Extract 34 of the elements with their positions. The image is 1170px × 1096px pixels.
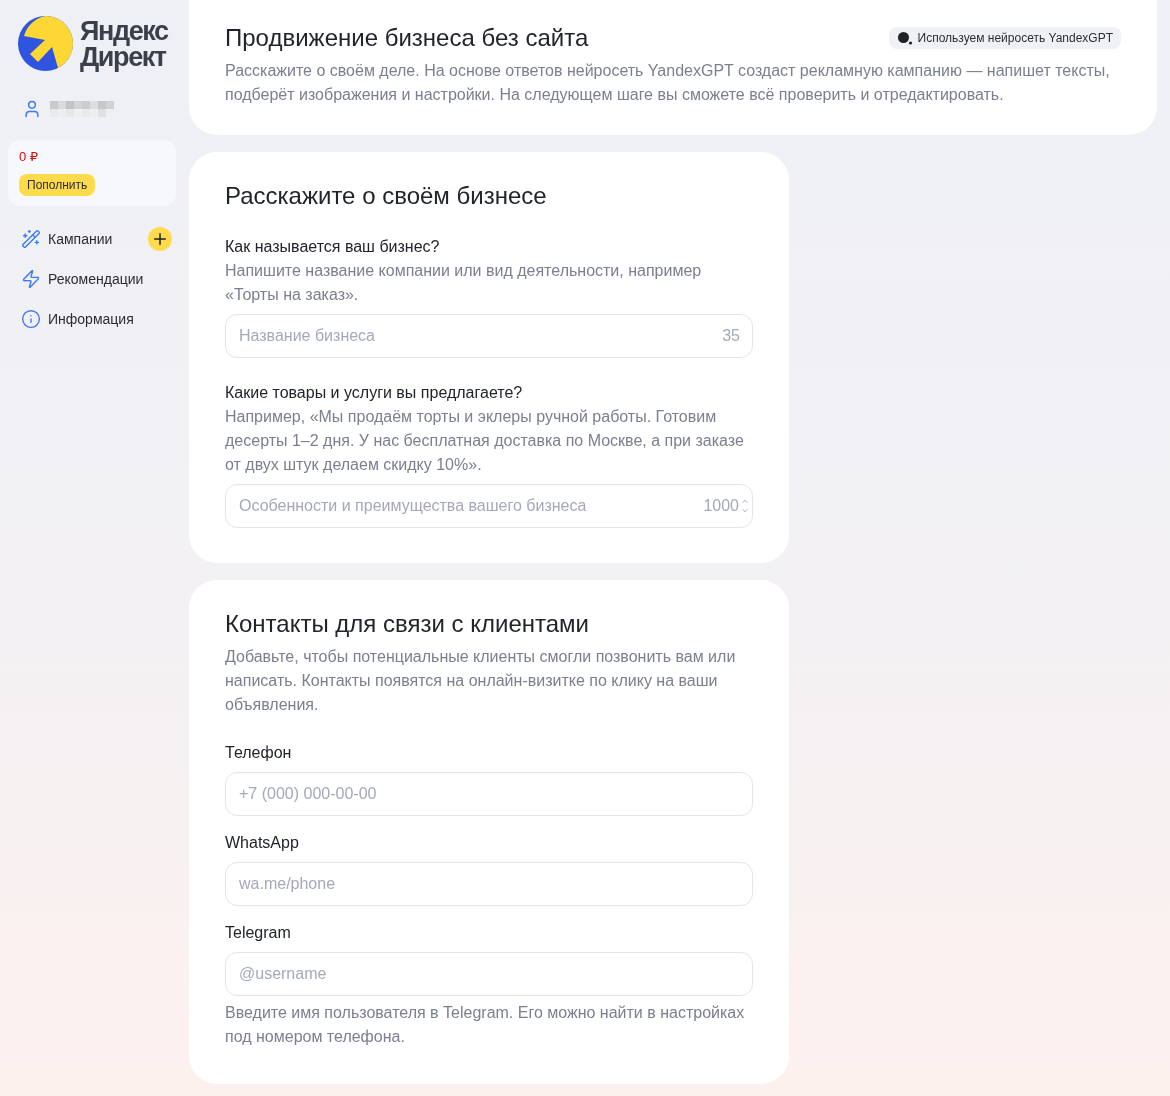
input-field[interactable]: +7 (000) 000-00-00 [225,772,753,816]
character-counter: 35 [722,326,740,346]
field-label: Telegram [225,923,292,943]
nav-link[interactable]: Информация [21,309,176,329]
section-description: Добавьте, чтобы потенциальные клиенты смогли позвонить вам или написать. Контакты появятся на онлайн-визитке по клику на ваши объявления. [225,647,737,715]
field-label: Какие товары и услуги вы предлагаете? [225,383,524,403]
lightning-icon [21,269,41,289]
field-note: Введите имя пользователя в Telegram. Его можно найти в настройках под номером телефона. [225,1003,746,1047]
user-icon [22,99,42,119]
field-label: Как называется ваш бизнес? [225,237,441,257]
character-counter: 1000 [703,496,739,516]
section-title: Расскажите о своём бизнесе [225,181,548,211]
nav-link[interactable]: Рекомендации [21,269,176,289]
wand-sparkles-icon [21,229,41,249]
add-button[interactable] [148,227,172,251]
field-label: WhatsApp [225,833,300,853]
balance-amount: 0 ₽ [19,150,39,164]
intro-description: Расскажите о своём деле. На основе ответов нейросеть YandexGPT создаст рекламную кампанию — напишет тексты, подберёт изображения и настройки. На следующем шаге вы сможете всё проверить и отредактировать. [225,61,1111,105]
top-up-button[interactable]: Пополнить [19,174,96,196]
page-title: Продвижение бизнеса без сайта [225,23,589,53]
field-hint: Например, «Мы продаём торты и эклеры ручной работы. Готовим десерты 1–2 дня. У нас бесплатная доставка по Москве, а при заказе от двух штук делаем скидку 10%». [225,407,745,475]
info-icon [21,309,41,329]
plus-icon [151,230,169,248]
input-field[interactable]: wa.me/phone [225,862,753,906]
section-title: Контакты для связи с клиентами [225,609,590,639]
blurred-name-placeholder [50,99,114,119]
nav-link[interactable]: Кампании [21,229,148,249]
input-field[interactable]: @username [225,952,753,996]
logo-text: Яндекс [80,17,168,44]
logo-icon [18,16,73,71]
field-label: Телефон [225,743,293,763]
badge-text: Используем нейросеть YandexGPT [917,31,1113,45]
field-hint: Напишите название компании или вид деятельности, например «Торты на заказ». [225,261,703,305]
dot-icon [896,31,913,45]
